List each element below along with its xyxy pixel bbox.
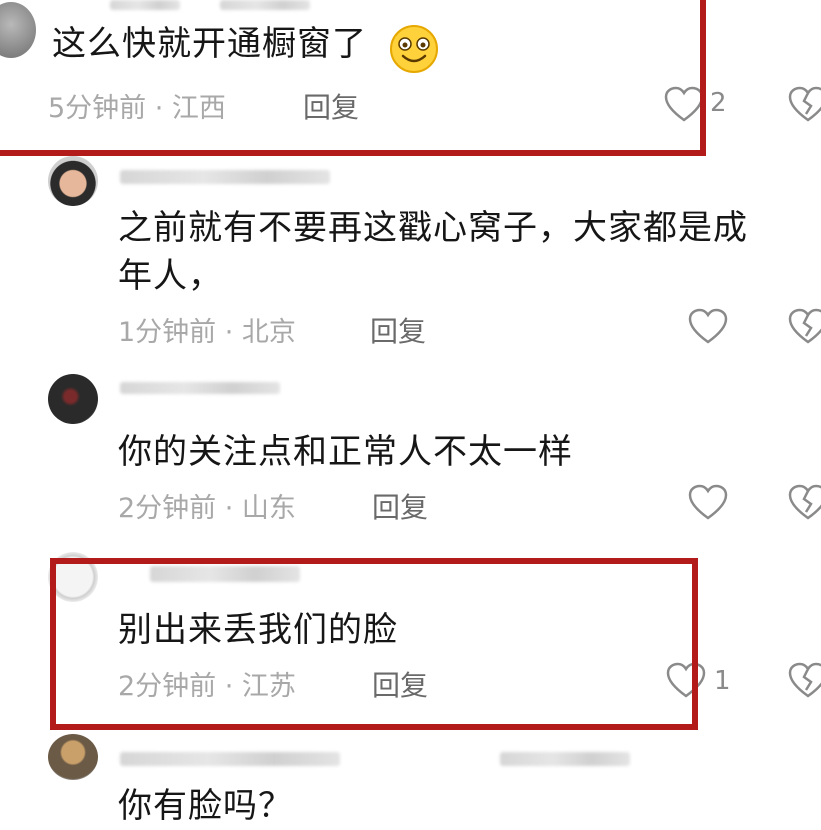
- heart-outline-icon[interactable]: [688, 308, 728, 346]
- comment-text: 你的关注点和正常人不太一样: [118, 432, 573, 472]
- broken-heart-icon[interactable]: [788, 86, 821, 124]
- comment-meta: 1分钟前 · 北京: [118, 317, 296, 348]
- like-count: 1: [714, 666, 731, 696]
- avatar[interactable]: [48, 156, 98, 206]
- comment-list: 这么快就开通橱窗了 5分钟前 · 江西 回复 2 之前就有不要再这戳心窝子，大家…: [0, 0, 821, 830]
- username-blurred: [120, 752, 340, 766]
- highlight-box: [50, 558, 698, 730]
- comment-text: 你有脸吗？: [118, 786, 293, 826]
- username-blurred: [120, 170, 330, 184]
- username-blurred: [120, 382, 280, 394]
- comment-meta: 2分钟前 · 山东: [118, 493, 296, 524]
- heart-outline-icon[interactable]: [688, 484, 728, 522]
- avatar[interactable]: [48, 374, 98, 424]
- reply-button[interactable]: 回复: [372, 486, 428, 526]
- comment-text-line-2: 年人，: [118, 256, 223, 296]
- username-blurred: [500, 752, 630, 766]
- broken-heart-icon[interactable]: [788, 484, 821, 522]
- like-count: 2: [710, 88, 727, 118]
- broken-heart-icon[interactable]: [788, 308, 821, 346]
- comment-text-line-1: 之前就有不要再这戳心窝子，大家都是成: [118, 208, 748, 248]
- broken-heart-icon[interactable]: [788, 662, 821, 700]
- avatar[interactable]: [48, 734, 98, 780]
- reply-button[interactable]: 回复: [370, 310, 426, 350]
- highlight-box: [0, 0, 706, 156]
